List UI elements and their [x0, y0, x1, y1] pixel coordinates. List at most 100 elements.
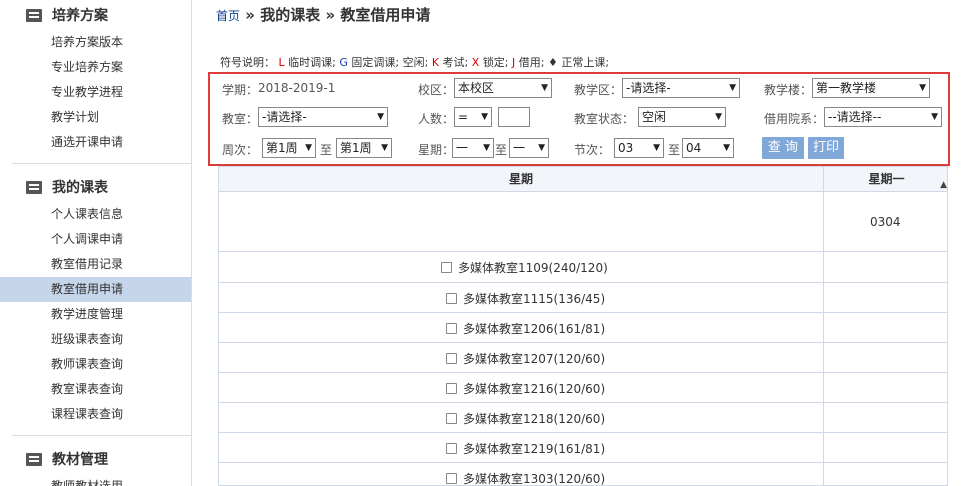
- building-select[interactable]: 第一教学楼: [812, 78, 930, 98]
- breadcrumb-separator: »: [245, 6, 255, 24]
- page: 培养方案 培养方案版本 专业培养方案 专业教学进程 教学计划 通选开课申请 我的…: [0, 0, 967, 486]
- room-status-label: 教室状态：: [574, 112, 635, 126]
- room-status-select[interactable]: 空闲: [638, 107, 726, 127]
- section-to-select[interactable]: 04: [682, 138, 734, 158]
- sidebar-item-teaching-plan[interactable]: 教学计划: [0, 105, 191, 130]
- sidebar-item-room-schedule[interactable]: 教室课表查询: [0, 377, 191, 402]
- sidebar: 培养方案 培养方案版本 专业培养方案 专业教学进程 教学计划 通选开课申请 我的…: [0, 0, 192, 486]
- sidebar-item-personal-schedule[interactable]: 个人课表信息: [0, 202, 191, 227]
- filter-row: 学期： 2018-2019-1 校区： 本校区 教学区： -请选择- 教学楼： …: [210, 77, 948, 99]
- legend-label: 符号说明：: [220, 56, 275, 69]
- list-item: 多媒体教室1109(240/120): [441, 259, 608, 276]
- sidebar-item-room-borrow-request[interactable]: 教室借用申请: [0, 277, 191, 302]
- list-item: 多媒体教室1219(161/81): [446, 440, 605, 457]
- filter-row: 周次： 第1周 至 第1周 星期： 一 至 一 节次： 03 至 04 查 询 …: [210, 137, 948, 159]
- building-label: 教学楼：: [764, 83, 813, 97]
- sidebar-section-my-schedule[interactable]: 我的课表: [0, 172, 191, 202]
- sidebar-item-personal-adjust[interactable]: 个人调课申请: [0, 227, 191, 252]
- sidebar-item-room-borrow-record[interactable]: 教室借用记录: [0, 252, 191, 277]
- room-checkbox[interactable]: [446, 293, 457, 304]
- to-label: 至: [495, 143, 508, 157]
- week-from-select[interactable]: 第1周: [262, 138, 316, 158]
- sidebar-item-textbook-select[interactable]: 教师教材选用: [0, 474, 191, 486]
- legend-text: 锁定;: [482, 56, 509, 69]
- legend-text: 固定调课;: [351, 56, 400, 69]
- day-to-select[interactable]: 一: [509, 138, 549, 158]
- room-checkbox[interactable]: [446, 443, 457, 454]
- room-select[interactable]: -请选择-: [258, 107, 388, 127]
- legend-text: 正常上课;: [561, 56, 610, 69]
- table-row: [824, 313, 947, 343]
- room-checkbox[interactable]: [446, 353, 457, 364]
- table-row: [219, 192, 824, 252]
- dept-label: 借用院系：: [764, 112, 825, 126]
- table-row: [824, 283, 947, 313]
- sidebar-section-textbook[interactable]: 教材管理: [0, 444, 191, 474]
- week-label: 周次：: [222, 143, 259, 157]
- sidebar-item-plan-version[interactable]: 培养方案版本: [0, 30, 191, 55]
- divider: [12, 163, 191, 164]
- legend-symbol-g: G: [339, 56, 348, 69]
- legend-text: 临时调课;: [288, 56, 336, 69]
- room-checkbox[interactable]: [446, 323, 457, 334]
- room-label: 多媒体教室1207(120/60): [463, 352, 606, 366]
- list-item: 多媒体教室1218(120/60): [446, 410, 605, 427]
- query-button[interactable]: 查 询: [762, 137, 804, 159]
- sidebar-item-teacher-schedule[interactable]: 教师课表查询: [0, 352, 191, 377]
- breadcrumb: 首页 » 我的课表 » 教室借用申请: [216, 4, 430, 25]
- room-label: 多媒体教室1115(136/45): [463, 292, 606, 306]
- legend-text: 借用;: [518, 56, 545, 69]
- room-checkbox[interactable]: [441, 262, 452, 273]
- section-label: 节次：: [574, 143, 611, 157]
- table-row: [824, 463, 947, 485]
- sidebar-item-teaching-progress[interactable]: 教学进度管理: [0, 302, 191, 327]
- list-item: 多媒体教室1206(161/81): [446, 320, 605, 337]
- breadcrumb-separator: »: [325, 6, 336, 24]
- campus-label: 校区：: [418, 83, 455, 97]
- sidebar-item-elective-request[interactable]: 通选开课申请: [0, 130, 191, 155]
- list-item: 多媒体教室1115(136/45): [446, 290, 605, 307]
- table-row: [824, 433, 947, 463]
- table-row: [824, 373, 947, 403]
- people-label: 人数：: [418, 112, 455, 126]
- list-item: 多媒体教室1207(120/60): [446, 350, 605, 367]
- teach-area-select[interactable]: -请选择-: [622, 78, 740, 98]
- people-input[interactable]: [498, 107, 530, 127]
- dept-select[interactable]: --请选择--: [824, 107, 942, 127]
- table-row: [824, 252, 947, 283]
- section-from-select[interactable]: 03: [614, 138, 664, 158]
- sidebar-section-title: 教材管理: [52, 452, 108, 468]
- week-to-select[interactable]: 第1周: [336, 138, 392, 158]
- room-label: 多媒体教室1218(120/60): [463, 412, 606, 426]
- people-operator-select[interactable]: =: [454, 107, 492, 127]
- campus-select[interactable]: 本校区: [454, 78, 552, 98]
- section-code: 0304: [870, 215, 901, 229]
- day-from-select[interactable]: 一: [452, 138, 494, 158]
- print-button[interactable]: 打印: [808, 137, 844, 159]
- sidebar-item-course-schedule[interactable]: 课程课表查询: [0, 402, 191, 427]
- table-header-weekday: 星期: [219, 167, 824, 192]
- room-label: 多媒体教室1206(161/81): [463, 322, 606, 336]
- room-checkbox[interactable]: [446, 383, 457, 394]
- table-header-monday-label: 星期一: [868, 172, 905, 186]
- page-title: 教室借用申请: [340, 6, 431, 24]
- sidebar-item-class-schedule[interactable]: 班级课表查询: [0, 327, 191, 352]
- room-schedule-table: 星期 星期一 ▲ 0304 多媒体教室1109(240/120) 多媒体教室11…: [218, 166, 948, 486]
- sidebar-item-major-plan[interactable]: 专业培养方案: [0, 55, 191, 80]
- term-label: 学期：: [222, 83, 259, 97]
- legend-symbol-diamond: ♦: [548, 56, 558, 69]
- divider: [12, 435, 191, 436]
- room-label: 教室：: [222, 112, 259, 126]
- breadcrumb-home-link[interactable]: 首页: [216, 9, 240, 23]
- book-icon: [26, 452, 42, 466]
- sidebar-section-training-plan[interactable]: 培养方案: [0, 0, 191, 30]
- sidebar-item-major-progress[interactable]: 专业教学进程: [0, 80, 191, 105]
- room-label: 多媒体教室1303(120/60): [463, 472, 606, 486]
- book-icon: [26, 180, 42, 194]
- room-checkbox[interactable]: [446, 473, 457, 484]
- list-item: 多媒体教室1216(120/60): [446, 380, 605, 397]
- legend-symbol-k: K: [431, 56, 440, 69]
- table-row: [824, 343, 947, 373]
- room-checkbox[interactable]: [446, 413, 457, 424]
- room-label: 多媒体教室1219(161/81): [463, 442, 606, 456]
